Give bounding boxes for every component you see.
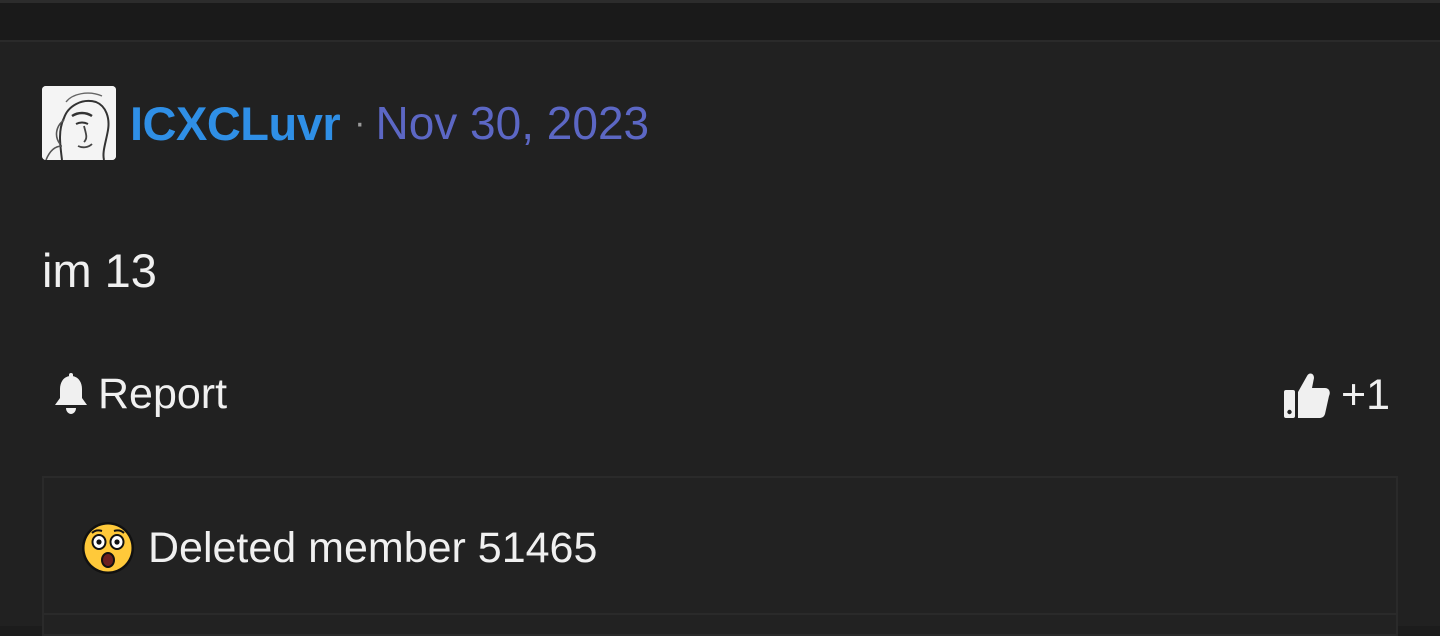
post-card: ICXCLuvr · Nov 30, 2023 im 13 Report +1 xyxy=(0,42,1440,636)
author-username[interactable]: ICXCLuvr xyxy=(130,100,341,147)
reaction-member-name: Deleted member 51465 xyxy=(148,523,598,572)
reactions-panel: Deleted member 51465 xyxy=(42,476,1398,636)
avatar[interactable] xyxy=(42,86,116,160)
report-label: Report xyxy=(98,369,228,418)
post-date[interactable]: Nov 30, 2023 xyxy=(375,100,649,146)
post-body: im 13 xyxy=(42,244,157,297)
meta-separator: · xyxy=(354,104,366,142)
astonished-face-emoji xyxy=(82,522,134,574)
post-header: ICXCLuvr · Nov 30, 2023 xyxy=(42,86,649,160)
like-count: +1 xyxy=(1340,370,1390,419)
report-button[interactable]: Report xyxy=(52,372,227,416)
top-bar xyxy=(0,0,1440,42)
reaction-item[interactable]: Deleted member 51465 xyxy=(80,520,597,576)
avatar-sketch-icon xyxy=(42,86,116,160)
bell-icon xyxy=(55,373,87,414)
like-button[interactable]: +1 xyxy=(1283,370,1390,420)
divider xyxy=(44,613,1396,615)
thumbs-up-icon xyxy=(1283,373,1330,418)
